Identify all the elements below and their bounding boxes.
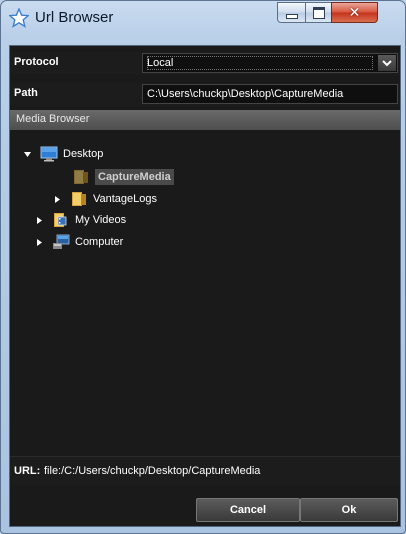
expanded-arrow-icon[interactable]	[22, 149, 32, 159]
maximize-button[interactable]	[305, 2, 332, 23]
path-input[interactable]: C:\Users\chuckp\Desktop\CaptureMedia	[142, 84, 398, 104]
url-value: file:/C:/Users/chuckp/Desktop/CaptureMed…	[44, 465, 261, 477]
path-label: Path	[14, 87, 38, 99]
tree-node-label: CaptureMedia	[95, 169, 174, 185]
tree-node-label: VantageLogs	[93, 193, 158, 205]
tree-node-capturemedia[interactable]: CaptureMedia	[72, 167, 174, 187]
desktop-icon	[40, 146, 58, 162]
url-label: URL:	[14, 465, 41, 477]
title-bar[interactable]: Url Browser ✕	[1, 1, 405, 37]
collapsed-arrow-icon[interactable]	[34, 237, 44, 247]
focus-outline	[147, 56, 373, 70]
minimize-button[interactable]	[277, 2, 306, 23]
tree-node-label: Desktop	[63, 148, 104, 160]
close-button[interactable]: ✕	[331, 2, 378, 23]
protocol-selected-value: Local	[147, 57, 174, 69]
dropdown-button[interactable]	[378, 55, 396, 71]
dialog-content: Protocol Local Path C:\Users\chuckp\Desk…	[9, 45, 401, 527]
tree-node-computer[interactable]: Computer	[34, 232, 123, 252]
protocol-label: Protocol	[14, 56, 59, 68]
videos-library-icon	[54, 213, 67, 227]
tree-node-label: My Videos	[75, 214, 127, 226]
maximize-icon	[312, 6, 325, 19]
tree-node-label: Computer	[75, 236, 124, 248]
url-bar: URL: file:/C:/Users/chuckp/Desktop/Captu…	[10, 456, 400, 485]
protocol-select[interactable]: Local	[142, 53, 398, 73]
computer-icon	[53, 234, 70, 249]
url-browser-window: Url Browser ✕ Protocol Local Path C:\Use…	[0, 0, 406, 534]
tree-node-vantagelogs[interactable]: VantageLogs	[52, 189, 157, 209]
folder-icon	[72, 192, 86, 206]
ok-button[interactable]: Ok	[300, 498, 398, 522]
tree-node-my-videos[interactable]: My Videos	[34, 210, 126, 230]
media-browser-title: Media Browser	[16, 113, 90, 125]
tree-node-desktop[interactable]: Desktop	[22, 144, 103, 164]
protocol-row: Protocol Local	[10, 52, 400, 75]
folder-icon	[74, 170, 88, 184]
path-row: Path C:\Users\chuckp\Desktop\CaptureMedi…	[10, 83, 400, 106]
close-icon: ✕	[348, 4, 361, 21]
minimize-icon	[285, 14, 298, 19]
window-title: Url Browser	[35, 9, 114, 26]
collapsed-arrow-icon[interactable]	[52, 194, 62, 204]
chevron-down-icon	[382, 59, 392, 66]
star-icon	[9, 8, 29, 28]
cancel-button[interactable]: Cancel	[196, 498, 300, 522]
media-browser-header: Media Browser	[10, 110, 400, 130]
collapsed-arrow-icon[interactable]	[34, 215, 44, 225]
media-browser-tree: Desktop CaptureMedia VantageLogs My Vide…	[10, 130, 400, 456]
